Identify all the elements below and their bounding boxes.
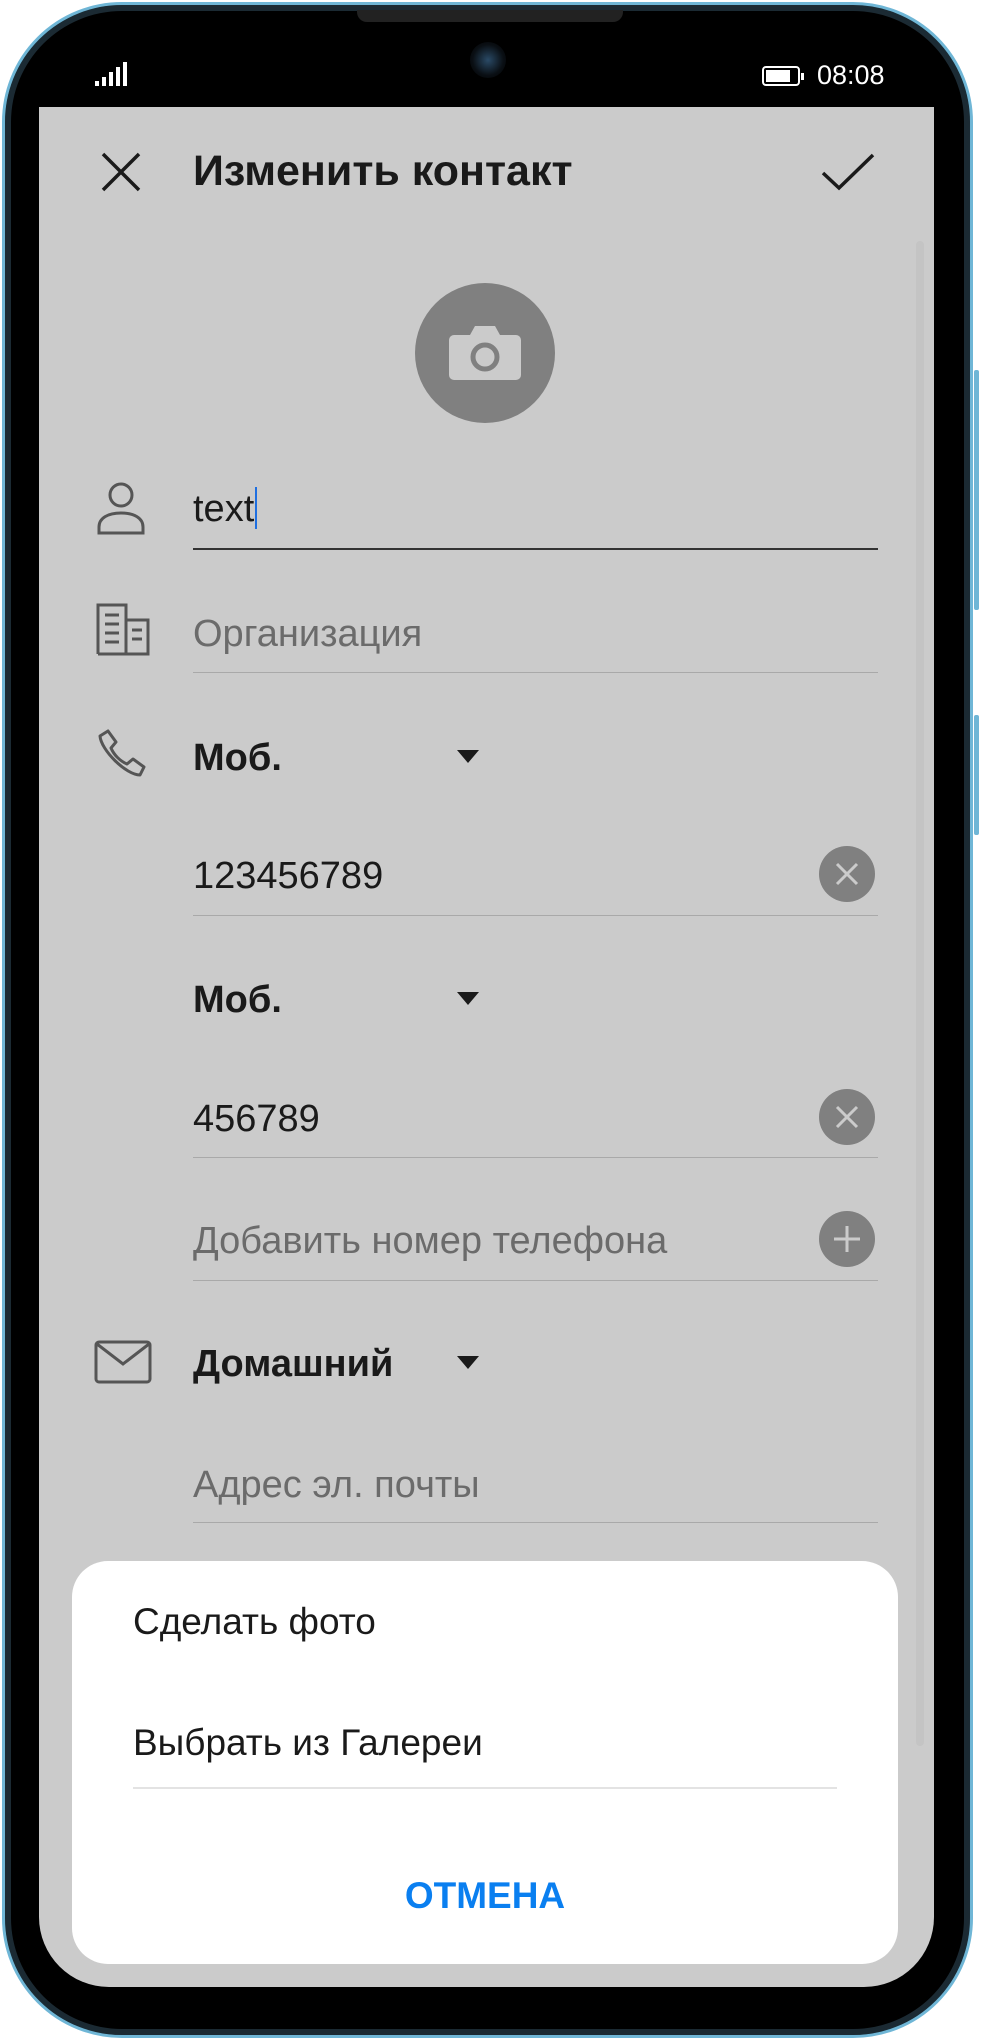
- divider: [193, 1280, 878, 1281]
- text-cursor: [255, 487, 258, 529]
- add-phone-input[interactable]: Добавить номер телефона: [193, 1220, 667, 1263]
- choose-from-gallery-option[interactable]: Выбрать из Галереи: [133, 1722, 483, 1764]
- divider: [193, 1157, 878, 1158]
- camera-icon: [449, 326, 521, 380]
- dropdown-arrow-icon[interactable]: [457, 750, 479, 763]
- scrollbar[interactable]: [916, 241, 924, 1746]
- phone-type-select[interactable]: Моб.: [193, 737, 282, 780]
- dropdown-arrow-icon[interactable]: [457, 1356, 479, 1369]
- clear-icon[interactable]: [819, 846, 875, 902]
- signal-icon: [95, 62, 127, 86]
- divider: [193, 672, 878, 673]
- email-input[interactable]: Адрес эл. почты: [193, 1464, 480, 1507]
- phone-icon: [98, 729, 146, 777]
- dropdown-arrow-icon[interactable]: [457, 992, 479, 1005]
- cancel-button[interactable]: ОТМЕНА: [72, 1875, 898, 1917]
- photo-options-sheet: Сделать фото Выбрать из Галереи ОТМЕНА: [72, 1561, 898, 1964]
- organization-icon: [96, 603, 150, 656]
- person-icon: [97, 482, 145, 535]
- close-icon[interactable]: [101, 152, 141, 192]
- clear-icon[interactable]: [819, 1089, 875, 1145]
- divider: [133, 1787, 837, 1789]
- status-time: 08:08: [817, 60, 885, 90]
- organization-input[interactable]: Организация: [193, 613, 422, 656]
- check-icon[interactable]: [821, 153, 875, 191]
- front-camera: [470, 42, 506, 78]
- volume-button: [974, 370, 979, 610]
- phone-input[interactable]: 456789: [193, 1098, 320, 1141]
- name-input[interactable]: text: [193, 487, 258, 531]
- take-photo-option[interactable]: Сделать фото: [133, 1601, 376, 1643]
- email-type-select[interactable]: Домашний: [193, 1343, 393, 1386]
- mail-icon: [94, 1340, 152, 1384]
- add-photo-button[interactable]: [415, 283, 555, 423]
- name-underline: [193, 548, 878, 550]
- add-icon[interactable]: [819, 1211, 875, 1267]
- phone-input[interactable]: 123456789: [193, 855, 383, 898]
- page-title: Изменить контакт: [193, 147, 573, 195]
- battery-icon: [762, 66, 804, 86]
- divider: [193, 915, 878, 916]
- divider: [193, 1522, 878, 1523]
- edit-contact-screen: Изменить контакт text Организация Моб. 1…: [39, 107, 934, 1987]
- power-button: [974, 715, 979, 835]
- phone-type-select[interactable]: Моб.: [193, 979, 282, 1022]
